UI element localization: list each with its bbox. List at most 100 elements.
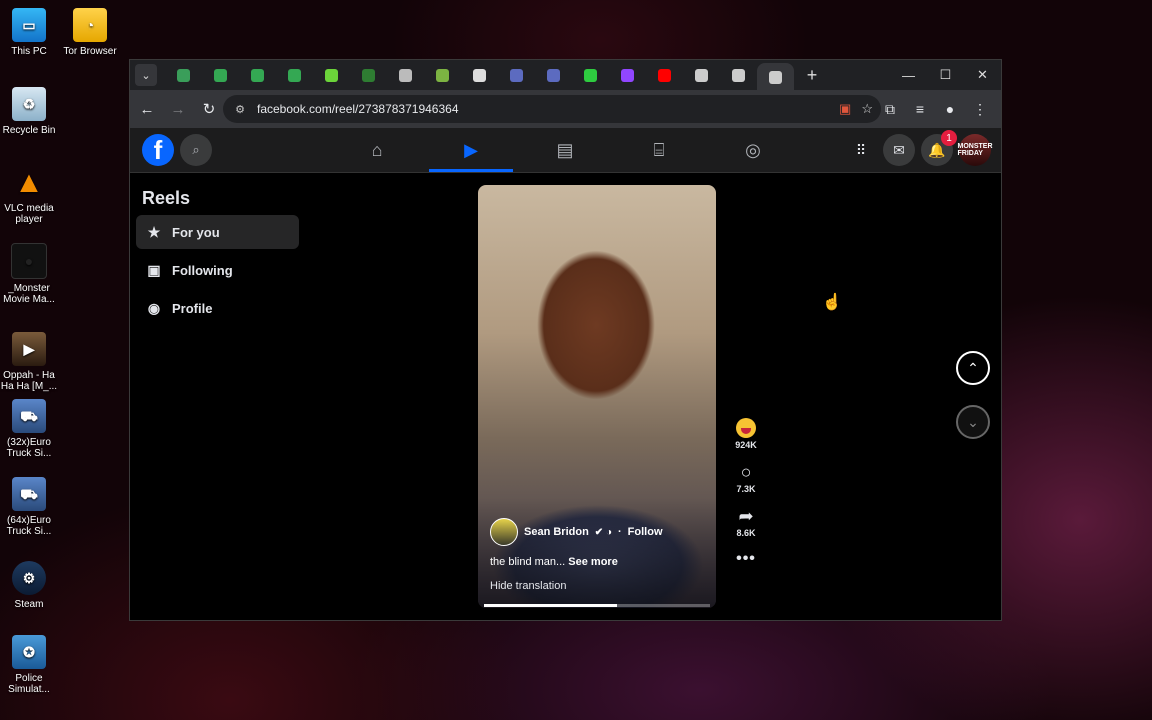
tab-favicon-icon	[399, 68, 412, 82]
desktop-icon-tor-browser[interactable]: ◔ Tor Browser	[58, 8, 122, 57]
author-name[interactable]: Sean Bridon	[524, 526, 589, 538]
see-more-link[interactable]: See more	[568, 556, 618, 568]
reels-sidebar: Reels ★ For you ▣ Following ◉ Profile	[130, 173, 310, 329]
sidebar-item-following[interactable]: ▣ Following	[136, 253, 306, 287]
desktop-icon-label: _Monster Movie Ma...	[3, 283, 55, 305]
account-avatar[interactable]: MONSTER FRIDAY	[958, 134, 993, 166]
forward-button[interactable]: →	[164, 95, 192, 123]
reaction-button[interactable]: 924K	[730, 418, 762, 450]
notifications-bell-icon[interactable]: 🔔 1	[921, 130, 957, 166]
sidebar-item-label: For you	[172, 224, 220, 240]
desktop-icon-ets-32[interactable]: ⛟ (32x)Euro Truck Si...	[0, 399, 61, 459]
sidebar-item-for-you[interactable]: ★ For you	[136, 215, 299, 249]
nav-home-icon[interactable]: ⌂	[330, 128, 424, 172]
bookmark-star-icon[interactable]: ☆	[861, 101, 873, 117]
tab-favicon-icon	[695, 68, 708, 82]
back-button[interactable]: ←	[133, 95, 161, 123]
notification-badge: 1	[941, 130, 957, 146]
browser-tab[interactable]	[535, 63, 572, 87]
browser-tab[interactable]	[387, 63, 424, 87]
browser-tab[interactable]	[424, 63, 461, 87]
browser-tab[interactable]	[646, 63, 683, 87]
vlc-cone-icon: ▲	[14, 165, 44, 199]
facebook-main-nav: ⌂ ▶ ▤ ⌸ ◎	[330, 128, 800, 172]
desktop-icon-steam[interactable]: ⚙ Steam	[0, 561, 61, 610]
browser-tab[interactable]	[720, 63, 757, 87]
desktop-icon-recycle-bin[interactable]: ♻ Recycle Bin	[0, 87, 61, 136]
tor-icon: ◔	[73, 8, 107, 42]
nav-marketplace-icon[interactable]: ⌸	[612, 128, 706, 172]
nav-watch-icon[interactable]: ▤	[518, 128, 612, 172]
follow-button[interactable]: Follow	[628, 526, 663, 538]
address-bar[interactable]: ⚙ facebook.com/reel/273878371946364 ▣ ☆	[223, 95, 881, 123]
desktop-icon-monster-movie[interactable]: ● _Monster Movie Ma...	[0, 243, 61, 305]
browser-tab[interactable]	[313, 63, 350, 87]
search-icon[interactable]: ⌕	[180, 134, 212, 166]
url-text[interactable]: facebook.com/reel/273878371946364	[257, 102, 459, 116]
browser-tab[interactable]	[572, 63, 609, 87]
share-button[interactable]: ➦ 8.6K	[730, 506, 762, 538]
browser-tab[interactable]	[239, 63, 276, 87]
cast-icon[interactable]: ▣	[839, 101, 851, 117]
reel-video[interactable]: Sean Bridon ✔ ◑ · Follow the blind man..…	[478, 185, 716, 608]
browser-tab[interactable]	[498, 63, 535, 87]
browser-tab[interactable]	[276, 63, 313, 87]
comment-icon: ○	[740, 462, 752, 482]
reload-button[interactable]: ↻	[195, 95, 223, 123]
tab-favicon-icon	[732, 68, 745, 82]
browser-tab[interactable]	[165, 63, 202, 87]
hand-cursor-icon: ☝	[822, 294, 842, 311]
close-window-button[interactable]: ✕	[964, 60, 1001, 90]
browser-tab[interactable]	[461, 63, 498, 87]
previous-reel-button[interactable]: ⌃	[956, 351, 990, 385]
star-icon: ★	[147, 223, 161, 240]
browser-tab[interactable]	[683, 63, 720, 87]
browser-menu-icon[interactable]: ⋮	[965, 95, 995, 123]
media-controls-icon[interactable]: ≡	[905, 95, 935, 123]
desktop-icon-oppah[interactable]: ▶ Oppah - Ha Ha Ha [M_...	[0, 332, 61, 392]
tab-search-chevron-icon[interactable]: ⌄	[135, 64, 157, 86]
new-tab-button[interactable]: +	[800, 65, 824, 86]
extensions-icon[interactable]: ⧉	[875, 95, 905, 123]
desktop-icon-this-pc[interactable]: ▭ This PC	[0, 8, 61, 57]
sidebar-item-profile[interactable]: ◉ Profile	[136, 291, 306, 325]
truck-icon: ⛟	[12, 399, 46, 433]
desktop-icon-label: VLC media player	[4, 203, 54, 225]
computer-icon: ▭	[12, 8, 46, 42]
site-settings-icon[interactable]: ⚙	[229, 98, 251, 120]
desktop-icon-label: Oppah - Ha Ha Ha [M_...	[0, 370, 58, 392]
desktop-icon-ets-64[interactable]: ⛟ (64x)Euro Truck Si...	[0, 477, 61, 537]
tab-favicon-icon	[436, 68, 449, 82]
steam-icon: ⚙	[12, 561, 46, 595]
browser-tab[interactable]	[609, 63, 646, 87]
browser-tab[interactable]	[202, 63, 239, 87]
desktop-icon-police-simulator[interactable]: ✪ Police Simulat...	[0, 635, 61, 695]
video-thumbnail-icon: ▶	[12, 332, 46, 366]
desktop-icon-label: (32x)Euro Truck Si...	[6, 437, 52, 459]
minimize-button[interactable]: —	[890, 60, 927, 90]
author-avatar[interactable]	[490, 518, 518, 546]
desktop-icon-vlc[interactable]: ▲ VLC media player	[0, 165, 61, 225]
next-reel-button[interactable]: ⌄	[956, 405, 990, 439]
tab-favicon-icon	[769, 70, 782, 84]
browser-tab[interactable]	[350, 63, 387, 87]
profile-icon[interactable]: ●	[935, 95, 965, 123]
more-options-button[interactable]: •••	[730, 550, 762, 568]
nav-groups-icon[interactable]: ◎	[706, 128, 800, 172]
caption-text: the blind man...	[490, 556, 566, 568]
reel-progress-fill	[484, 604, 618, 607]
browser-toolbar: ← → ↻ ⚙ facebook.com/reel/27387837194636…	[130, 90, 1001, 128]
browser-tab[interactable]	[757, 63, 794, 91]
messenger-icon[interactable]: ✉	[883, 134, 915, 166]
nav-reels-icon[interactable]: ▶	[424, 128, 518, 172]
omnibox-actions: ▣ ☆	[839, 101, 873, 117]
maximize-button[interactable]: ☐	[927, 60, 964, 90]
hide-translation-link[interactable]: Hide translation	[490, 580, 566, 592]
comment-button[interactable]: ○ 7.3K	[730, 462, 762, 494]
reel-progress-bar[interactable]	[484, 604, 710, 607]
facebook-logo-icon[interactable]: f	[142, 134, 174, 166]
haha-reaction-icon	[736, 418, 756, 438]
tab-favicon-icon	[584, 68, 597, 82]
menu-grid-icon[interactable]: ⠿	[845, 134, 877, 166]
sidebar-item-label: Profile	[172, 300, 213, 316]
